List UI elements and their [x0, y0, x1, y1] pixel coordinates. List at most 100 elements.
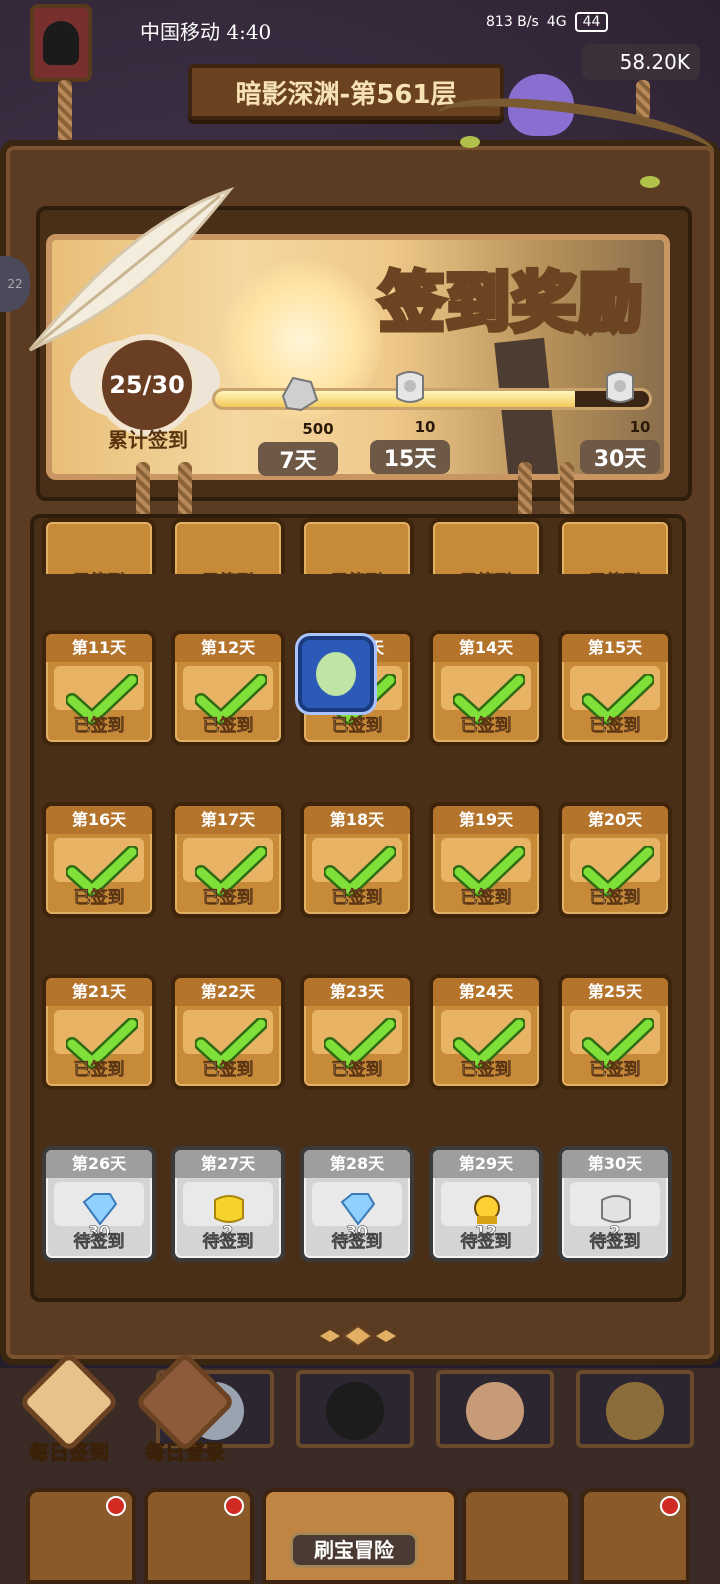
network-type: 4G [546, 14, 567, 30]
progress-badge: 25/30 [96, 334, 198, 436]
card-status: 已签到 [331, 888, 383, 909]
milestone-7[interactable]: 500 7天 [258, 370, 338, 476]
card-day: 第26天 [46, 1150, 152, 1178]
milestone-day: 7天 [258, 442, 338, 476]
checkin-card-done[interactable]: 第24天已签到 [429, 974, 543, 1090]
daily-checkin-button[interactable]: 每日签到 [14, 1351, 124, 1465]
battery-level: 44 [574, 12, 609, 32]
card-status: 已签到 [202, 716, 254, 737]
checkin-card[interactable]: 已签到 [429, 518, 543, 574]
mummy-hero-icon[interactable] [298, 636, 374, 712]
card-status: 已签到 [331, 1060, 383, 1081]
hero-portrait [466, 1382, 524, 1440]
checkin-card[interactable]: 已签到 [42, 518, 156, 574]
carrier-time: 中国移动 4:40 [140, 20, 272, 44]
currency-value: 58.20K [619, 50, 690, 74]
hero-slot[interactable] [576, 1370, 694, 1448]
card-status: 已签到 [562, 567, 668, 574]
hero-slot[interactable] [296, 1370, 414, 1448]
progress-count: 25/30 [109, 371, 185, 399]
milestone-amount: 10 [414, 418, 436, 436]
card-day: 第21天 [46, 978, 152, 1006]
daily-login-button[interactable]: 每日登录 [130, 1351, 240, 1465]
hero-portrait [606, 1382, 664, 1440]
diamond-ornament-icon [320, 1324, 396, 1348]
card-day: 第28天 [304, 1150, 410, 1178]
card-day: 第17天 [175, 806, 281, 834]
hero-slot[interactable] [436, 1370, 554, 1448]
card-day: 第18天 [304, 806, 410, 834]
checkin-card-done[interactable]: 第14天 已签到 [429, 630, 543, 746]
card-day: 第24天 [433, 978, 539, 1006]
card-status: 待签到 [73, 1232, 125, 1253]
card-status: 已签到 [175, 567, 281, 574]
checkin-card[interactable]: 已签到 [300, 518, 414, 574]
diamond-icon [340, 1193, 376, 1226]
checkin-card-done[interactable]: 第16天 已签到 [42, 802, 156, 918]
nav-heroes[interactable] [144, 1488, 254, 1584]
card-status: 已签到 [460, 716, 512, 737]
silver-scroll-icon [396, 371, 424, 403]
network-speed: 813 B/s [486, 14, 539, 30]
milestone-amount: 10 [629, 418, 651, 436]
checkin-card-done[interactable]: 第25天 已签到 [558, 974, 672, 1090]
card-status: 已签到 [73, 888, 125, 909]
checkin-card-pending[interactable]: 第27天 2 待签到 [171, 1146, 285, 1262]
checkin-card[interactable]: 已签到 [171, 518, 285, 574]
checkin-card-pending[interactable]: 第29天 12 待签到 [429, 1146, 543, 1262]
checkin-card-pending[interactable]: 第28天 30 待签到 [300, 1146, 414, 1262]
checkin-card-done[interactable]: 第21天已签到 [42, 974, 156, 1090]
checkin-card[interactable]: 已签到 [558, 518, 672, 574]
card-status: 已签到 [589, 888, 641, 909]
card-day: 第20天 [562, 806, 668, 834]
player-avatar[interactable] [30, 4, 92, 82]
checkin-card-done[interactable]: 第12天 已签到 [171, 630, 285, 746]
card-day: 第22天 [175, 978, 281, 1006]
milestone-day: 30天 [580, 440, 660, 474]
card-status: 已签到 [73, 1060, 125, 1081]
card-day: 第15天 [562, 634, 668, 662]
card-status: 已签到 [202, 1060, 254, 1081]
card-status: 已签到 [331, 716, 383, 737]
checkin-card-done[interactable]: 第20天已签到 [558, 802, 672, 918]
card-day: 第27天 [175, 1150, 281, 1178]
gold-scroll-icon [214, 1195, 244, 1223]
checkin-card-done[interactable]: 第19天已签到 [429, 802, 543, 918]
nav-forge[interactable] [580, 1488, 690, 1584]
milestone-15[interactable]: 10 15天 [370, 364, 450, 474]
milestone-day: 15天 [370, 440, 450, 474]
feather-icon [28, 186, 235, 352]
checkin-card-done[interactable]: 第23天 已签到 [300, 974, 414, 1090]
nav-bag[interactable] [462, 1488, 572, 1584]
milestone-30[interactable]: 10 30天 [580, 364, 660, 474]
nav-shop[interactable] [26, 1488, 136, 1584]
checkin-card-pending[interactable]: 第26天 30 待签到 [42, 1146, 156, 1262]
checkin-card-done[interactable]: 第18天已签到 [300, 802, 414, 918]
notification-dot [106, 1496, 126, 1516]
card-status: 已签到 [304, 567, 410, 574]
checkin-card-done[interactable]: 第11天 已签到 [42, 630, 156, 746]
reward-title: 签到奖励 [377, 264, 645, 344]
checkin-card-pending[interactable]: 第30天 2 待签到 [558, 1146, 672, 1262]
notification-dot [224, 1496, 244, 1516]
mummy-face [316, 652, 356, 696]
card-status: 已签到 [460, 888, 512, 909]
card-status: 已签到 [589, 716, 641, 737]
card-status: 待签到 [202, 1232, 254, 1253]
leaf-icon [640, 176, 660, 188]
card-status: 已签到 [73, 716, 125, 737]
card-status: 已签到 [433, 567, 539, 574]
checkin-card-done[interactable]: 第15天已签到 [558, 630, 672, 746]
progress-label: 累计签到 [108, 428, 188, 452]
card-day: 第29天 [433, 1150, 539, 1178]
checkin-card-done[interactable]: 第17天 已签到 [171, 802, 285, 918]
hero-shard-icon [474, 1195, 500, 1224]
currency-counter[interactable]: 58.20K [582, 44, 700, 80]
silver-scroll-icon [606, 371, 634, 403]
card-status: 已签到 [460, 1060, 512, 1081]
checkin-row-partial: 已签到 已签到 已签到 已签到 已签到 [42, 518, 682, 574]
card-day: 第30天 [562, 1150, 668, 1178]
card-status: 待签到 [460, 1232, 512, 1253]
card-day: 第19天 [433, 806, 539, 834]
checkin-card-done[interactable]: 第22天已签到 [171, 974, 285, 1090]
